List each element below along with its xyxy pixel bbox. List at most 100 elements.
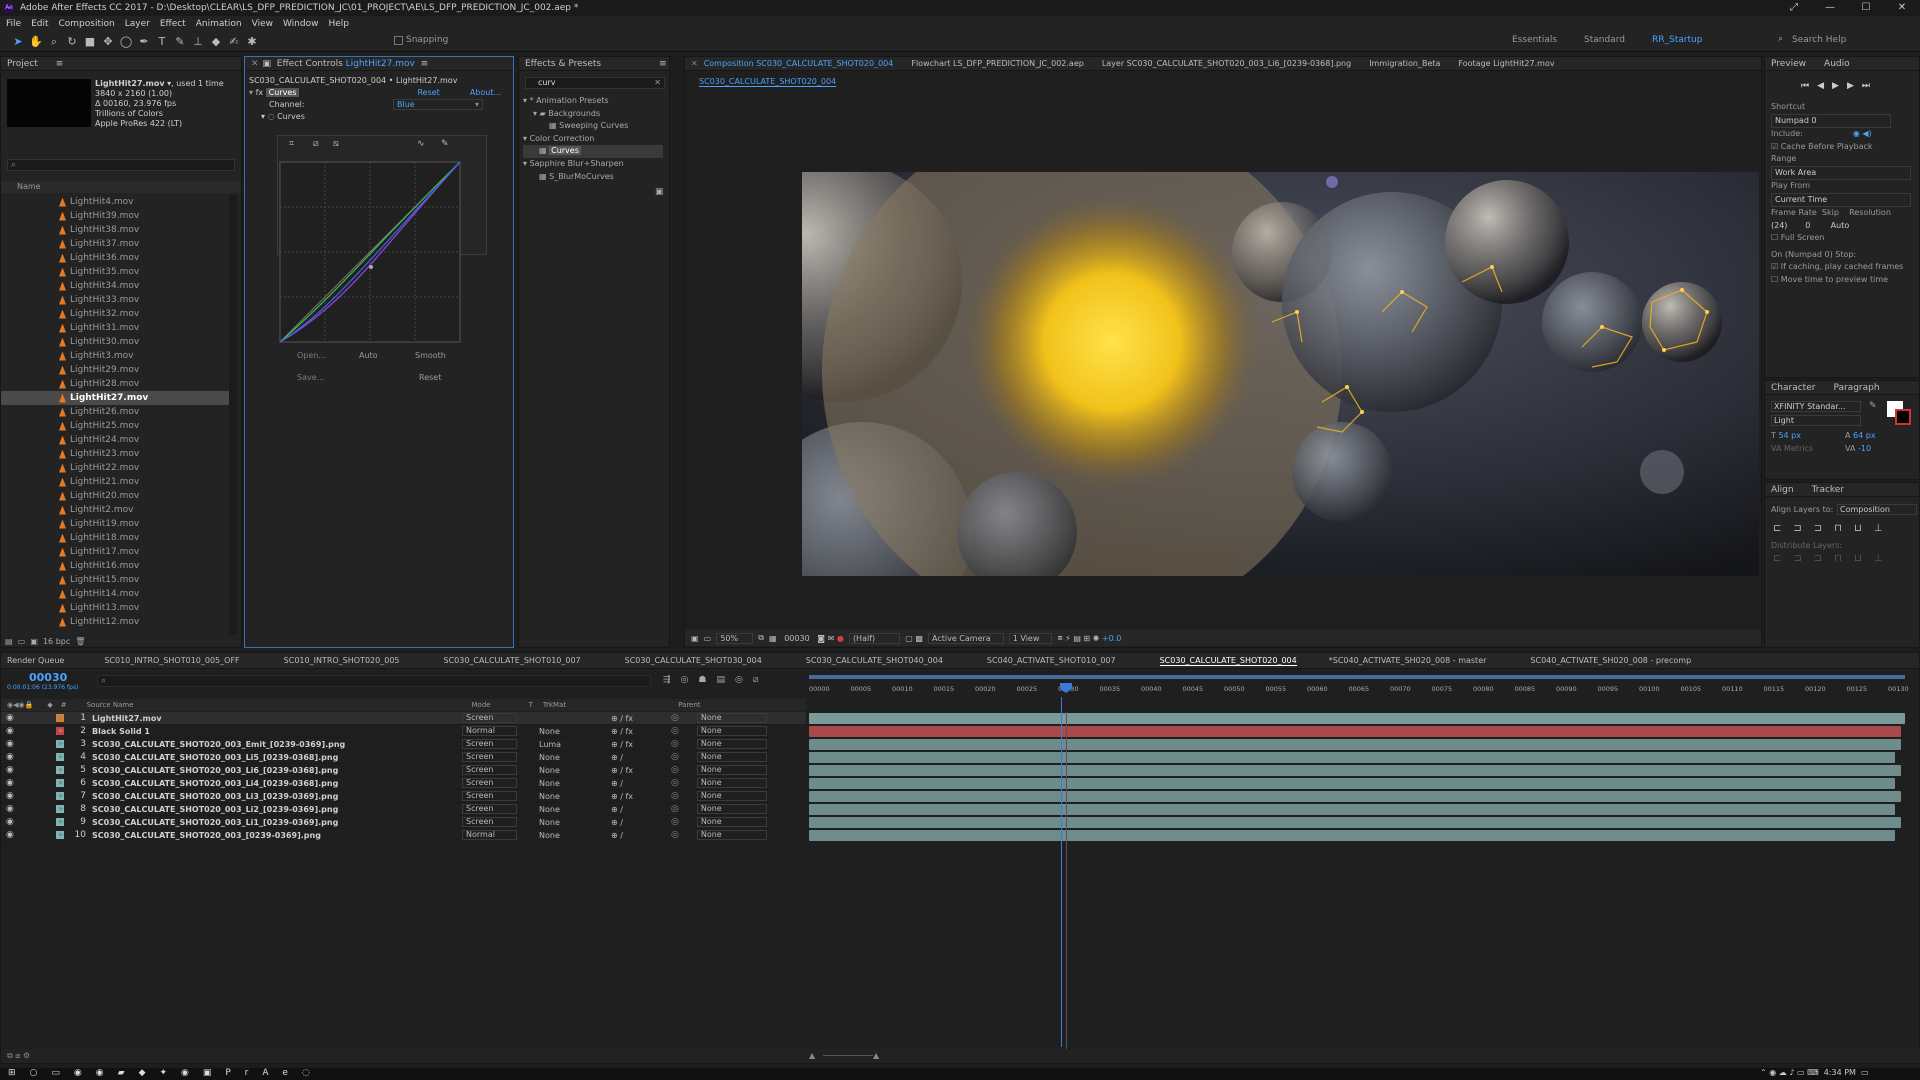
kerning-field[interactable]: VA Metrics (1771, 444, 1813, 453)
layer-name[interactable]: Black Solid 1 (92, 727, 462, 736)
layer-name[interactable]: SC030_CALCULATE_SHOT020_003_[0239-0369].… (92, 831, 462, 840)
range-dropdown[interactable]: Work Area (1771, 165, 1911, 180)
save-button[interactable]: Save... (297, 373, 324, 382)
layer-switches[interactable]: ⊕ ∕ fx (611, 792, 671, 801)
rotate-tool-icon[interactable]: ↻ (64, 34, 80, 50)
project-file-row[interactable]: LightHit22.mov (1, 461, 229, 475)
project-file-row[interactable]: LightHit26.mov (1, 405, 229, 419)
project-file-row[interactable]: LightHit27.mov (1, 391, 229, 405)
av-switches-icon[interactable]: ◉◀◉🔒 (7, 701, 33, 709)
pickwhip-icon[interactable]: ◎ (671, 817, 679, 827)
roto-brush-tool-icon[interactable]: ✍ (226, 34, 242, 50)
new-composition-icon[interactable]: ▣ (30, 637, 38, 646)
label-column-icon[interactable]: ◆ (47, 701, 52, 709)
timeline-tab[interactable]: SC030_CALCULATE_SHOT020_004 (1159, 656, 1297, 666)
graph-size-small-icon[interactable]: ⧄ (313, 139, 319, 149)
views-dropdown[interactable]: 1 View (1008, 632, 1053, 644)
trash-icon[interactable]: 🗑 (75, 637, 85, 646)
tree-item[interactable]: ▦ S_BlurMoCurves (523, 171, 663, 184)
blend-mode-dropdown[interactable]: Screen (462, 804, 517, 814)
curve-tool-icon[interactable]: ∿ (417, 139, 425, 149)
track-matte-dropdown[interactable]: None (539, 805, 589, 814)
pickwhip-icon[interactable]: ◎ (671, 752, 679, 762)
layer-row[interactable]: ◉ ▸ 1 LightHit27.mov Screen ⊕ ∕ fx ◎ None (1, 712, 806, 725)
project-file-row[interactable]: LightHit3.mov (1, 349, 229, 363)
menu-effect[interactable]: Effect (160, 19, 186, 29)
parent-dropdown[interactable]: None (696, 804, 767, 814)
project-file-row[interactable]: LightHit35.mov (1, 265, 229, 279)
layer-row[interactable]: ◉ ▸ 3 SC030_CALCULATE_SHOT020_003_Emit_[023… (1, 738, 806, 751)
layer-row[interactable]: ◉ ▸ 6 SC030_CALCULATE_SHOT020_003_Li4_[0239… (1, 777, 806, 790)
close-tab-icon[interactable]: ✕ (691, 59, 698, 68)
panel-menu-icon[interactable]: ≡ (659, 59, 667, 69)
search-help-input[interactable]: Search Help (1792, 35, 1846, 45)
project-file-row[interactable]: LightHit33.mov (1, 293, 229, 307)
project-file-row[interactable]: LightHit19.mov (1, 517, 229, 531)
expand-triangle-icon[interactable]: ▸ (59, 817, 64, 827)
expand-triangle-icon[interactable]: ▸ (59, 765, 64, 775)
tree-item[interactable]: ▦ Sweeping Curves (523, 120, 663, 133)
channel-dropdown[interactable]: Blue ▾ (393, 99, 483, 110)
zoom-out-icon[interactable]: ▲ (809, 1051, 815, 1060)
flowchart-icon[interactable]: ⊞ (1083, 634, 1090, 643)
layer-duration-bar[interactable] (809, 791, 1901, 802)
layer-name[interactable]: SC030_CALCULATE_SHOT020_003_Li2_[0239-03… (92, 805, 462, 814)
project-file-row[interactable]: LightHit20.mov (1, 489, 229, 503)
visibility-eye-icon[interactable]: ◉ (6, 830, 16, 840)
project-file-row[interactable]: LightHit21.mov (1, 475, 229, 489)
font-family-dropdown[interactable]: XFINITY Standar... (1771, 401, 1861, 412)
app-icon[interactable]: ◆ (139, 1068, 160, 1078)
align-bottom-icon[interactable]: ⊥ (1874, 523, 1895, 534)
toggle-pixel-aspect-icon[interactable]: ⧈ (1058, 633, 1063, 643)
visibility-eye-icon[interactable]: ◉ (6, 778, 16, 788)
align-tab[interactable]: Align (1771, 485, 1794, 495)
spotify-icon[interactable]: ◉ (181, 1068, 203, 1078)
menu-composition[interactable]: Composition (59, 19, 115, 29)
blend-mode-dropdown[interactable]: Normal (462, 830, 517, 840)
layer-duration-bar[interactable] (809, 765, 1901, 776)
menu-animation[interactable]: Animation (196, 19, 242, 29)
cache-checkbox[interactable]: ☑ Cache Before Playback (1771, 141, 1919, 154)
project-file-row[interactable]: LightHit29.mov (1, 363, 229, 377)
parent-dropdown[interactable]: None (696, 830, 767, 840)
time-ruler[interactable]: 0000000005000100001500020000250003000035… (809, 683, 1909, 697)
first-frame-icon[interactable]: ⏮ (1801, 81, 1817, 91)
timeline-tab[interactable]: SC030_CALCULATE_SHOT010_007 (444, 656, 581, 665)
open-button[interactable]: Open... (297, 351, 326, 360)
curves-graph[interactable] (279, 161, 463, 345)
project-file-row[interactable]: LightHit4.mov (1, 195, 229, 209)
effect-controls-layer[interactable]: LightHit27.mov (346, 59, 415, 69)
visibility-eye-icon[interactable]: ◉ (6, 765, 16, 775)
transparency-grid-icon[interactable]: ▩ (915, 634, 923, 643)
task-view-icon[interactable]: ▭ (51, 1068, 74, 1078)
about-link[interactable]: About... (470, 88, 501, 97)
project-file-row[interactable]: LightHit31.mov (1, 321, 229, 335)
layer-name[interactable]: SC030_CALCULATE_SHOT020_003_Li6_[0239-03… (92, 766, 462, 775)
frame-rate-values[interactable]: (24) 0 Auto (1771, 220, 1919, 233)
tracker-tab[interactable]: Tracker (1812, 485, 1844, 495)
pickwhip-icon[interactable]: ◎ (671, 778, 679, 788)
interpret-footage-icon[interactable]: ▤ (5, 637, 13, 646)
frame-blend-icon[interactable]: ▤ (716, 675, 735, 685)
eraser-tool-icon[interactable]: ◆ (208, 34, 224, 50)
shortcut-dropdown[interactable]: Numpad 0 (1771, 113, 1891, 128)
layer-duration-bar[interactable] (809, 830, 1895, 841)
layer-switches[interactable]: ⊕ ∕ (611, 779, 671, 788)
type-tool-icon[interactable]: T (154, 34, 170, 50)
layer-duration-bar[interactable] (809, 817, 1901, 828)
expand-triangle-icon[interactable]: ▸ (59, 830, 64, 840)
bezier-icon[interactable]: ⌗ (289, 139, 294, 149)
parent-dropdown[interactable]: None (696, 778, 767, 788)
layer-row[interactable]: ◉ ▸ 4 SC030_CALCULATE_SHOT020_003_Li5_[0239… (1, 751, 806, 764)
menu-help[interactable]: Help (328, 19, 349, 29)
expand-triangle-icon[interactable]: ▸ (59, 713, 64, 723)
bit-depth-label[interactable]: 16 bpc (43, 637, 70, 646)
parent-dropdown[interactable]: None (696, 765, 767, 775)
cached-frames-checkbox[interactable]: ☑ If caching, play cached frames (1771, 261, 1919, 274)
pen-tool-icon[interactable]: ✒ (136, 34, 152, 50)
blend-mode-dropdown[interactable]: Normal (462, 726, 517, 736)
zoom-dropdown[interactable]: 50% (716, 632, 754, 644)
full-screen-checkbox[interactable]: ☐ Full Screen (1771, 232, 1919, 245)
font-style-dropdown[interactable]: Light (1771, 415, 1861, 426)
maximize-icon[interactable]: ☐ (1848, 0, 1884, 16)
